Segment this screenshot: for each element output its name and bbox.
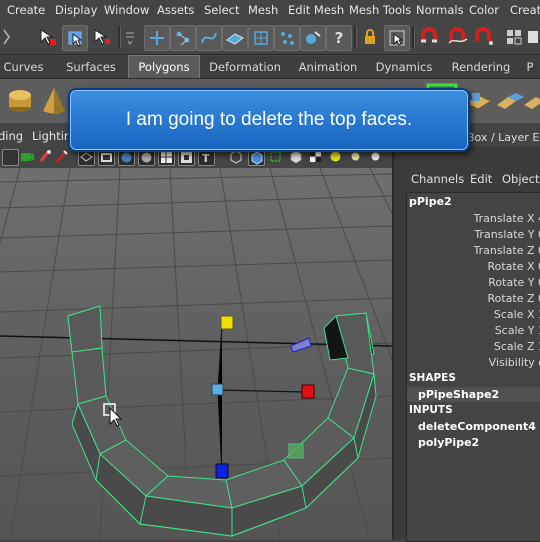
menu-channels[interactable]: Channels — [411, 172, 464, 186]
select-handles-icon[interactable] — [144, 25, 170, 51]
tab-rendering[interactable]: Rendering — [446, 56, 516, 78]
select-curves-icon[interactable] — [196, 25, 222, 51]
tab-polygons[interactable]: Polygons — [128, 55, 200, 79]
menu-assets[interactable]: Assets — [157, 3, 194, 17]
select-deformations-icon[interactable] — [248, 25, 274, 51]
shape-node[interactable]: pPipeShape2 — [418, 388, 499, 401]
main-menu-bar: Create Display Window Assets Select Mesh… — [0, 0, 540, 23]
attr-rotate-z[interactable]: Rotate Z 0 — [487, 292, 540, 305]
menu-edit-mesh[interactable]: Edit Mesh — [288, 3, 344, 17]
toolbar-separator — [412, 26, 415, 48]
attr-scale-z[interactable]: Scale Z 1 — [494, 340, 540, 353]
attr-scale-y[interactable]: Scale Y 1 — [495, 324, 540, 337]
highlight-selection-icon[interactable] — [384, 25, 410, 51]
shelf-tab-bar: Curves Surfaces Polygons Deformation Ani… — [0, 55, 540, 79]
menu-color[interactable]: Color — [469, 3, 499, 17]
lock-selection-icon[interactable] — [358, 25, 382, 49]
menu-shading[interactable]: ding — [0, 129, 23, 143]
menu-display[interactable]: Display — [55, 3, 97, 17]
menu-normals[interactable]: Normals — [416, 3, 464, 17]
channel-box: Channels Edit Object pPipe2 Translate X … — [392, 146, 540, 542]
attr-translate-z[interactable]: Translate Z 0 — [474, 244, 540, 257]
menu-object[interactable]: Object — [502, 172, 539, 186]
attr-scale-x[interactable]: Scale X 1 — [494, 308, 540, 321]
mask-toggle-icon[interactable] — [122, 25, 138, 49]
poly-cone-icon[interactable] — [38, 85, 70, 117]
annotation-callout: I am going to delete the top faces. — [68, 88, 470, 152]
perspective-viewport[interactable] — [0, 168, 392, 540]
select-camera-icon[interactable] — [2, 149, 19, 166]
snap-to-curve-icon[interactable] — [446, 25, 470, 49]
inputs-section-label: INPUTS — [409, 404, 453, 416]
shapes-section-label: SHAPES — [409, 372, 456, 384]
select-rendering-icon[interactable] — [300, 25, 326, 51]
menu-mesh-tools[interactable]: Mesh Tools — [349, 3, 411, 17]
select-surfaces-icon[interactable] — [222, 25, 248, 51]
select-misc-icon[interactable]: ? — [326, 25, 352, 51]
channel-box-layer-editor-label[interactable]: Box / Layer Edit — [467, 131, 540, 144]
tab-deformation[interactable]: Deformation — [203, 56, 287, 78]
attr-translate-y[interactable]: Translate Y 0 — [474, 228, 540, 241]
collapse-handle-icon[interactable] — [0, 25, 14, 49]
menu-window[interactable]: Window — [104, 3, 149, 17]
menu-mesh[interactable]: Mesh — [248, 3, 278, 17]
snap-to-point-icon[interactable] — [472, 25, 496, 49]
tab-animation[interactable]: Animation — [294, 56, 362, 78]
center-handle[interactable] — [211, 383, 224, 396]
make-live-icon[interactable] — [526, 25, 540, 49]
poly-cylinder-icon[interactable] — [4, 85, 36, 117]
select-joints-icon[interactable] — [170, 25, 196, 51]
attr-rotate-x[interactable]: Rotate X 0 — [487, 260, 540, 273]
image-plane-icon[interactable] — [54, 149, 69, 164]
object-name[interactable]: pPipe2 — [409, 195, 452, 208]
snap-to-grid-icon[interactable] — [418, 25, 442, 49]
input-node-polypipe[interactable]: polyPipe2 — [418, 436, 479, 449]
menu-edit[interactable]: Edit — [470, 172, 492, 186]
scene-canvas — [0, 168, 392, 540]
input-node-deletecomponent[interactable]: deleteComponent4 — [418, 420, 536, 433]
tab-overflow[interactable]: P — [520, 56, 540, 78]
select-by-component-icon[interactable] — [90, 25, 114, 49]
camera-attributes-icon[interactable] — [20, 149, 35, 164]
attr-rotate-y[interactable]: Rotate Y 0 — [488, 276, 540, 289]
status-toolbar: ? — [0, 22, 540, 55]
tab-dynamics[interactable]: Dynamics — [369, 56, 439, 78]
snap-to-view-plane-icon[interactable] — [502, 25, 526, 49]
select-by-object-icon[interactable] — [62, 25, 88, 51]
y-axis-handle[interactable] — [220, 315, 234, 330]
select-by-hierarchy-icon[interactable] — [36, 25, 60, 49]
tab-curves[interactable]: Curves — [0, 56, 47, 78]
callout-text: I am going to delete the top faces. — [125, 109, 413, 130]
menu-create-2[interactable]: Create — [510, 3, 540, 17]
menu-create[interactable]: Create — [7, 3, 45, 17]
select-dynamics-icon[interactable] — [274, 25, 300, 51]
menu-select[interactable]: Select — [204, 3, 239, 17]
xz-plane-handle[interactable] — [290, 337, 312, 353]
x-axis-handle[interactable] — [301, 384, 315, 399]
channel-box-menu: Channels Edit Object — [394, 168, 540, 190]
attr-visibility[interactable]: Visibility o — [489, 356, 540, 369]
toolbar-separator — [118, 26, 121, 48]
z-axis-handle[interactable] — [215, 463, 229, 479]
yz-plane-handle[interactable] — [288, 443, 304, 459]
toolbar-separator — [354, 26, 357, 48]
svg-text:T: T — [202, 152, 210, 165]
bookmark-icon[interactable] — [38, 149, 53, 164]
move-manipulator[interactable] — [211, 315, 315, 479]
tab-surfaces[interactable]: Surfaces — [56, 56, 126, 78]
attr-translate-x[interactable]: Translate X 4 — [474, 212, 540, 225]
poly-bevel-icon[interactable] — [522, 85, 540, 117]
channel-list: pPipe2 Translate X 4 Translate Y 0 Trans… — [406, 192, 540, 542]
